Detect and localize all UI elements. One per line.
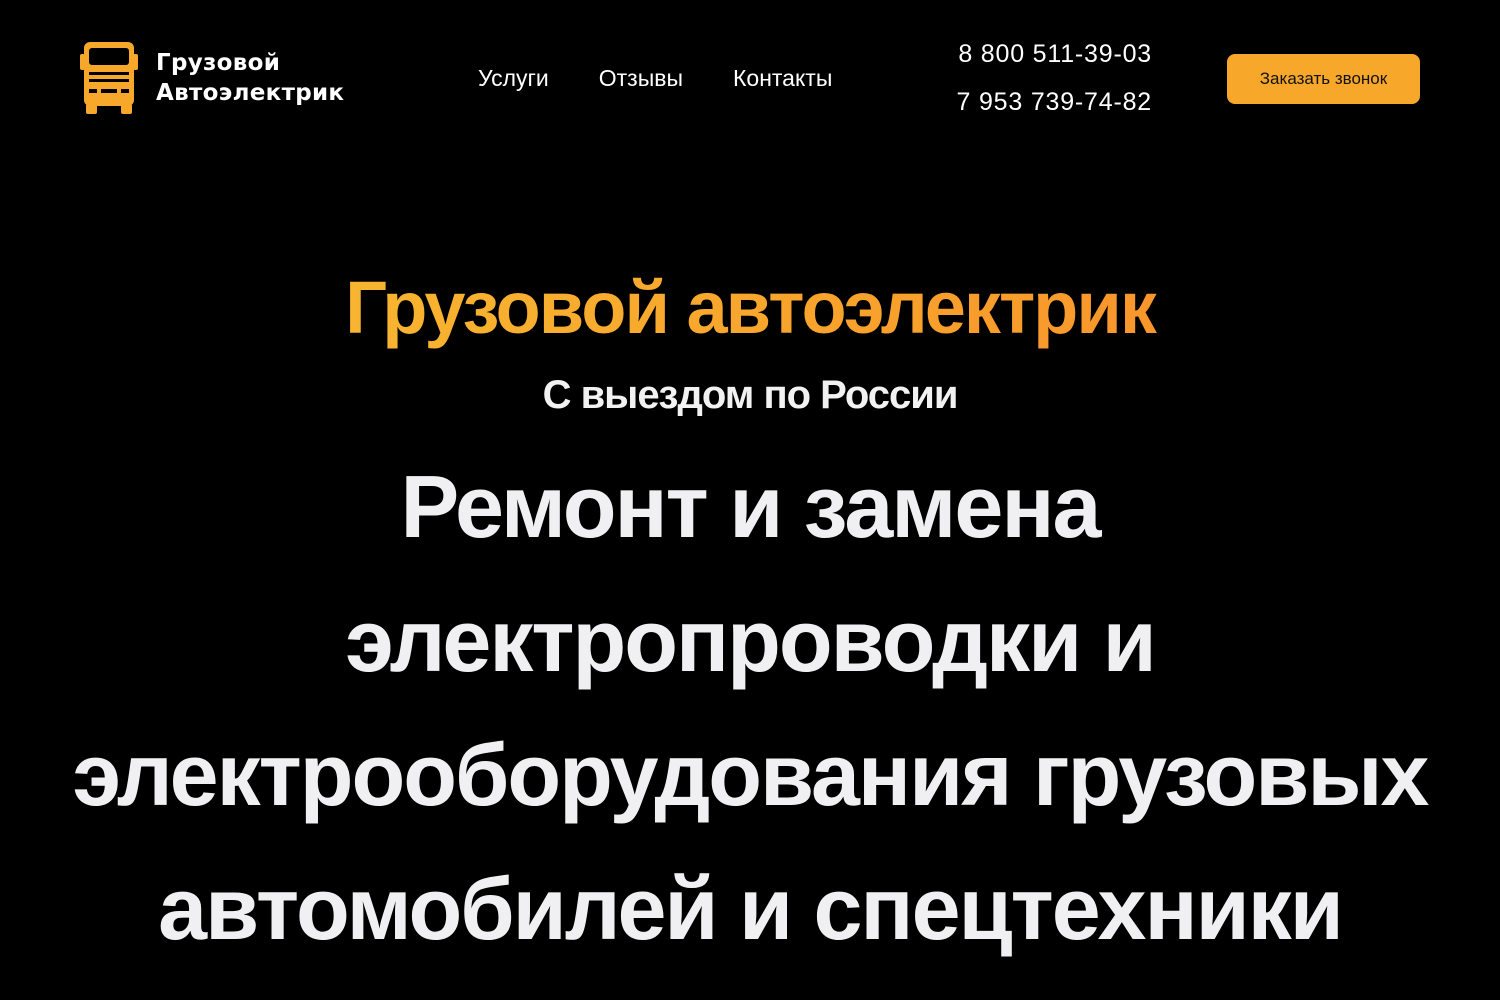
phone-link-1[interactable]: 8 800 511-39-03 <box>958 36 1152 72</box>
request-callback-button[interactable]: Заказать звонок <box>1227 54 1420 104</box>
logo-line-2: Автоэлектрик <box>156 80 345 106</box>
logo-line-1: Грузовой <box>156 50 281 76</box>
logo-text: Грузовой Автоэлектрик <box>156 48 344 108</box>
hero-title: Грузовой автоэлектрик <box>0 250 1500 366</box>
phone-link-2[interactable]: 7 953 739-74-82 <box>957 84 1152 120</box>
nav-link-services[interactable]: Услуги <box>478 62 549 94</box>
logo-link[interactable]: Грузовой Автоэлектрик <box>80 42 344 114</box>
main-nav: Услуги Отзывы Контакты <box>478 62 832 94</box>
nav-link-reviews[interactable]: Отзывы <box>599 62 683 94</box>
hero-subtitle: С выездом по России <box>542 373 959 417</box>
page: Грузовой Автоэлектрик Услуги Отзывы Конт… <box>0 0 1500 1000</box>
site-header: Грузовой Автоэлектрик Услуги Отзывы Конт… <box>0 0 1500 160</box>
hero-heading-line-1: Ремонт и замена <box>400 457 1102 556</box>
nav-link-contacts[interactable]: Контакты <box>733 62 832 94</box>
phone-list: 8 800 511-39-03 7 953 739-74-82 <box>930 36 1152 120</box>
hero-heading-line-4: автомобилей и спецтехники <box>158 859 1344 958</box>
hero-section: Грузовой автоэлектрик С выездом по Росси… <box>0 250 1500 976</box>
truck-icon <box>80 42 138 114</box>
hero-heading-line-2: электропроводки и <box>345 591 1156 690</box>
hero-heading: Ремонт и замена электропроводки и электр… <box>40 440 1460 976</box>
hero-heading-line-3: электрооборудования грузовых <box>72 725 1429 824</box>
